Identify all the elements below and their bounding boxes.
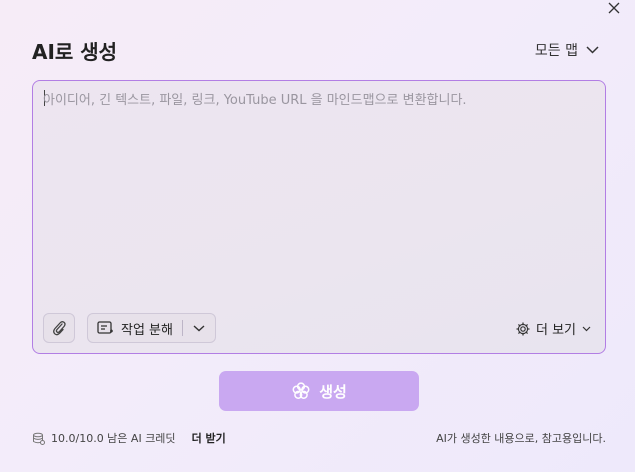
task-split-icon: [97, 321, 113, 334]
paperclip-icon: [53, 321, 66, 336]
gear-icon: [516, 321, 530, 336]
more-options-button[interactable]: 더 보기: [516, 319, 591, 338]
task-breakdown-main[interactable]: 작업 분해: [88, 319, 182, 338]
prompt-editor: 작업 분해 더 보기: [32, 80, 606, 354]
close-icon[interactable]: [606, 0, 622, 16]
more-options-label: 더 보기: [535, 323, 576, 338]
chevron-down-icon: [582, 326, 591, 331]
ai-disclaimer: AI가 생성한 내용으로, 참고용입니다.: [436, 432, 606, 445]
prompt-input[interactable]: [43, 89, 593, 299]
chevron-down-icon: [586, 46, 599, 54]
ai-generate-dialog: AI로 생성 모든 맵 작업 분해: [0, 0, 635, 472]
attach-file-button[interactable]: [43, 313, 75, 343]
map-type-dropdown[interactable]: 모든 맵: [535, 40, 599, 60]
database-icon: [33, 432, 45, 445]
generate-button[interactable]: 생성: [219, 371, 419, 411]
credits-text: 10.0/10.0 남은 AI 크레딧: [51, 432, 176, 445]
task-options-toggle[interactable]: [183, 324, 215, 332]
task-breakdown-button[interactable]: 작업 분해: [87, 313, 216, 343]
generate-label: 생성: [319, 382, 347, 401]
map-type-label: 모든 맵: [534, 43, 578, 59]
dialog-title: AI로 생성: [32, 40, 118, 64]
task-breakdown-label: 작업 분해: [121, 322, 173, 338]
chevron-down-icon: [193, 324, 205, 331]
credits-info: 10.0/10.0 남은 AI 크레딧 더 받기: [32, 430, 226, 446]
get-more-credits-link[interactable]: 더 받기: [192, 430, 226, 446]
flower-icon: [292, 382, 310, 399]
